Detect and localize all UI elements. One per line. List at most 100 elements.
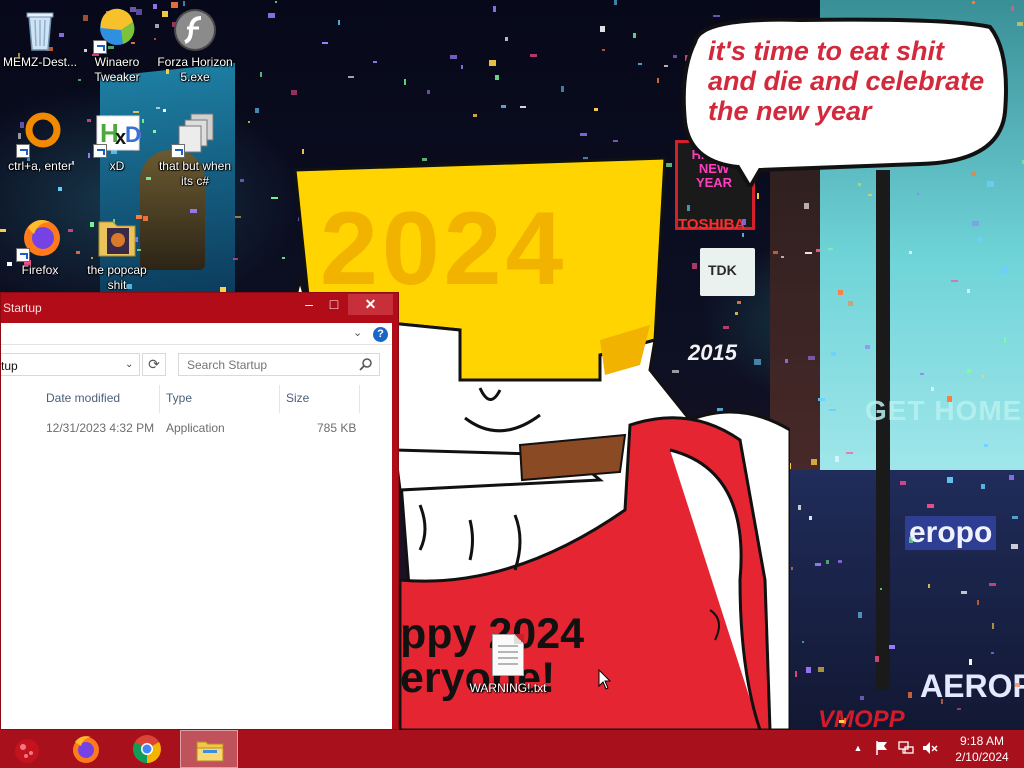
confetti-piece [844, 718, 846, 724]
search-box[interactable] [178, 353, 380, 376]
desktop-icon-winaero[interactable]: Winaero Tweaker [77, 6, 157, 85]
winaero-tweaker-icon [93, 6, 141, 54]
confetti-piece [146, 177, 151, 180]
volume-muted-icon[interactable] [921, 739, 939, 757]
address-dropdown-icon[interactable]: ⌄ [125, 359, 133, 370]
confetti-piece [450, 55, 457, 59]
search-icon[interactable] [359, 357, 373, 371]
confetti-piece [806, 667, 811, 673]
desktop-file-label: WARNING!.txt [469, 681, 547, 695]
confetti-piece [909, 251, 912, 254]
speech-line-1: it's time to eat shit [708, 36, 944, 66]
window-titlebar[interactable]: Startup – □ ✕ [1, 293, 398, 323]
file-list: Date modified Type Size 12/31/2023 4:32 … [1, 379, 392, 729]
confetti-piece [657, 78, 659, 83]
confetti-piece [928, 584, 930, 588]
desktop-icon-forza[interactable]: Forza Horizon 5.exe [155, 6, 235, 85]
confetti-piece [248, 121, 250, 123]
network-icon[interactable] [897, 739, 915, 757]
desktop-icon-csharp[interactable]: that but when its c# [155, 110, 235, 189]
confetti-piece [920, 373, 924, 375]
confetti-piece [614, 0, 617, 5]
column-divider[interactable] [359, 385, 360, 413]
confetti-piece [473, 114, 477, 117]
column-divider[interactable] [159, 385, 160, 413]
confetti-piece [972, 1, 975, 4]
confetti-piece [427, 90, 430, 94]
desktop-icon-popcap[interactable]: the popcap shit [77, 214, 157, 293]
confetti-piece [501, 105, 506, 108]
column-header-size[interactable]: Size [286, 391, 309, 405]
confetti-piece [927, 504, 934, 508]
start-button[interactable] [0, 730, 58, 768]
column-divider[interactable] [279, 385, 280, 413]
confetti-piece [880, 588, 882, 590]
start-orb-icon [15, 739, 39, 763]
confetti-piece [520, 106, 526, 108]
file-line [498, 651, 518, 653]
desktop-icon-label: ctrl+a, enter [8, 159, 72, 173]
confetti-piece [858, 612, 862, 618]
desktop-icon-xd[interactable]: H x D xD [77, 110, 157, 174]
taskbar: ▲ 9:18 AM 2/10/2024 [0, 730, 1024, 768]
taskbar-firefox[interactable] [56, 730, 114, 768]
clock-date[interactable]: 2/10/2024 [950, 750, 1014, 764]
help-icon[interactable]: ? [373, 327, 388, 342]
desktop-file-warning[interactable]: WARNING!.txt [466, 634, 550, 695]
minimize-button[interactable]: – [297, 294, 321, 315]
confetti-piece [58, 187, 62, 191]
explorer-window[interactable]: Startup – □ ✕ ⌄ ? tup ⌄ ⟳ Date modified … [0, 292, 399, 730]
column-header-date[interactable]: Date modified [46, 391, 120, 405]
shortcut-arrow-icon [93, 144, 107, 158]
confetti-piece [889, 645, 895, 649]
confetti-piece [489, 60, 496, 66]
confetti-piece [917, 193, 919, 195]
hxd-icon: H x D [93, 110, 141, 158]
confetti-piece [816, 249, 820, 252]
navigation-row: tup ⌄ ⟳ [1, 345, 392, 379]
shortcut-arrow-icon [171, 144, 185, 158]
file-line [498, 645, 518, 647]
address-bar[interactable]: tup ⌄ [1, 353, 140, 376]
confetti-piece [338, 20, 340, 25]
confetti-piece [838, 290, 843, 295]
svg-text:D: D [125, 122, 141, 147]
recycle-bin-icon [16, 6, 64, 54]
confetti-piece [235, 216, 241, 218]
desktop-icon-ctrl-a[interactable]: ctrl+a, enter [0, 110, 80, 174]
taskbar-chrome[interactable] [118, 730, 176, 768]
firefox-icon [73, 736, 99, 763]
taskbar-file-explorer[interactable] [180, 730, 238, 768]
confetti-piece [461, 65, 463, 69]
action-center-flag-icon[interactable] [873, 739, 891, 757]
speech-line-2: and die and celebrate [708, 66, 985, 96]
desktop-icon-firefox[interactable]: Firefox [0, 214, 80, 278]
confetti-piece [828, 248, 833, 250]
desktop-icon-label: Forza Horizon 5.exe [157, 55, 233, 84]
confetti-piece [505, 37, 508, 41]
confetti-piece [831, 352, 836, 356]
confetti-piece [791, 567, 793, 570]
confetti-piece [255, 108, 259, 113]
show-hidden-icons-button[interactable]: ▲ [849, 739, 867, 757]
refresh-button[interactable]: ⟳ [142, 353, 166, 376]
orange-ring-icon [16, 110, 64, 158]
column-header-type[interactable]: Type [166, 391, 192, 405]
confetti-piece [829, 409, 836, 411]
text-file-icon [492, 634, 524, 676]
confetti-piece [967, 289, 970, 293]
confetti-piece [989, 583, 996, 586]
search-input[interactable] [179, 354, 354, 375]
maximize-button[interactable]: □ [321, 294, 347, 315]
firefox-icon [16, 214, 64, 262]
ribbon-expand-chevron-icon[interactable]: ⌄ [353, 326, 362, 339]
close-button[interactable]: ✕ [348, 294, 393, 315]
row-size: 785 KB [317, 421, 357, 435]
confetti-piece [908, 692, 912, 698]
confetti-piece [909, 537, 913, 543]
desktop-icon-label: xD [109, 159, 125, 173]
desktop-icon-memz[interactable]: MEMZ-Dest... [0, 6, 80, 70]
clock-time[interactable]: 9:18 AM [950, 734, 1014, 748]
confetti-piece [613, 140, 618, 142]
confetti-piece [1015, 683, 1020, 687]
